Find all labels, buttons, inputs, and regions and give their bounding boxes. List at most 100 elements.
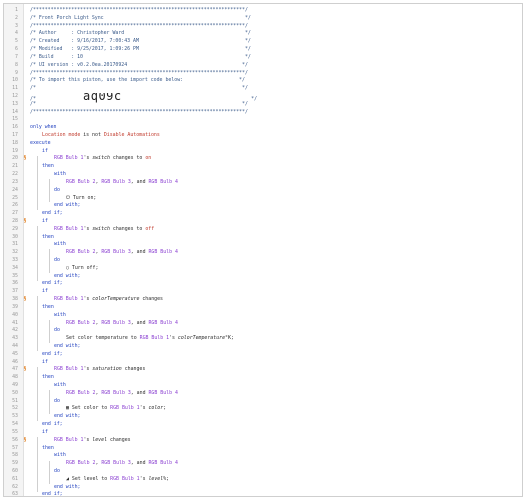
line-number: 54 — [12, 421, 18, 428]
line-number: 50 — [12, 389, 18, 396]
line-number: 17 — [12, 132, 18, 138]
line-number: 19 — [12, 147, 18, 154]
code-line: 36 end if; — [4, 280, 522, 288]
token-text: ◢ Set level to — [66, 475, 111, 482]
code-line: 28 § if — [4, 218, 522, 226]
line-number: 20 — [12, 155, 18, 162]
token-it: switch — [92, 225, 110, 232]
line-text: /* */ — [30, 85, 518, 93]
line-text: do — [54, 187, 518, 195]
line-text: with — [54, 171, 518, 179]
line-number: 12 — [12, 92, 18, 99]
line-text: end if; — [42, 491, 518, 496]
token-text: 's — [169, 335, 178, 342]
line-number: 49 — [12, 382, 18, 388]
token-comment: /* Author : Christopher Ward */ — [30, 30, 251, 37]
line-number: 41 — [12, 319, 18, 326]
line-number: 55 — [12, 428, 18, 435]
token-kw: if — [42, 147, 48, 154]
token-text: 's — [83, 225, 93, 232]
token-text: , and — [130, 249, 149, 256]
code-line: 56 § RGB Bulb 1's level changes — [4, 437, 522, 445]
code-line: 61 ◢ Set level to RGB Bulb 1's level%; — [4, 476, 522, 484]
token-dev: RGB Bulb 4 — [148, 178, 178, 185]
line-text: ⏻ Turn on; — [66, 195, 518, 203]
block-guide-line — [37, 437, 38, 492]
line-number: 15 — [12, 116, 18, 123]
line-number: 6 — [15, 46, 18, 53]
line-number: 43 — [12, 335, 18, 342]
token-text: changes to — [109, 155, 146, 162]
line-text: RGB Bulb 2, RGB Bulb 3, and RGB Bulb 4 — [66, 320, 518, 328]
code-line: 43 Set color temperature to RGB Bulb 1's … — [4, 335, 522, 343]
token-text: ; — [163, 405, 167, 412]
line-text: with — [54, 312, 518, 320]
line-text: /* Created : 9/16/2017, 7:00:43 AM */ — [30, 38, 518, 46]
token-red: Location mode — [42, 132, 81, 138]
token-it: level — [92, 436, 108, 443]
token-text: ▦ Set color to — [66, 405, 111, 412]
line-text: RGB Bulb 2, RGB Bulb 3, and RGB Bulb 4 — [66, 460, 518, 468]
token-kw: end with; — [54, 483, 81, 490]
line-number: 62 — [12, 483, 18, 490]
line-text: /* Front Porch Light Sync */ — [30, 15, 518, 23]
code-line: 26 end with; — [4, 202, 522, 210]
line-text: /***************************************… — [30, 23, 518, 31]
line-text: /* Author : Christopher Ward */ — [30, 30, 518, 38]
code-line: 55 if — [4, 429, 522, 437]
token-dev: RGB Bulb 1 — [54, 155, 84, 162]
line-text: end if; — [42, 351, 518, 359]
code-line: 10 /* To import this piston, use the impo… — [4, 77, 522, 85]
token-text: , and — [130, 460, 149, 467]
line-text: do — [54, 468, 518, 476]
line-text: /***************************************… — [30, 109, 518, 117]
trigger-marker-icon: § — [23, 296, 27, 303]
token-comment: /* UI version : v0.2.0ea.20170924 */ — [30, 61, 248, 68]
line-text: RGB Bulb 2, RGB Bulb 3, and RGB Bulb 4 — [66, 179, 518, 187]
line-text: end with; — [54, 273, 518, 281]
token-kw: end with; — [54, 272, 81, 279]
line-number: 31 — [12, 241, 18, 248]
line-text: then — [42, 234, 518, 242]
line-text: /* UI version : v0.2.0ea.20170924 */ — [30, 62, 518, 70]
piston-code-viewer: 1 /**************************************… — [3, 3, 523, 497]
code-line: 49 with — [4, 382, 522, 390]
token-comment: /***************************************… — [30, 7, 248, 13]
block-guide-line — [49, 249, 50, 273]
trigger-marker-icon: § — [23, 436, 27, 443]
code-line: 34 ◯ Turn off; — [4, 265, 522, 273]
token-text: 's — [83, 436, 93, 443]
line-text: ◯ Turn off; — [66, 265, 518, 273]
code-line: 18 execute — [4, 140, 522, 148]
token-kw: do — [54, 467, 60, 474]
code-line: 8 /* UI version : v0.2.0ea.20170924 */ — [4, 62, 522, 70]
trigger-marker-icon: § — [23, 217, 27, 224]
token-dev: RGB Bulb 4 — [148, 319, 178, 326]
line-text: /***************************************… — [30, 70, 518, 78]
code-line: 57 then — [4, 445, 522, 453]
token-comment: /* Created : 9/16/2017, 7:00:43 AM */ — [30, 38, 251, 45]
token-comment: /* Front Porch Light Sync */ — [30, 14, 251, 21]
line-text: if — [42, 148, 518, 156]
line-number: 40 — [12, 311, 18, 318]
token-text: changes — [107, 436, 131, 443]
line-number: 29 — [12, 225, 18, 232]
line-number: 24 — [12, 186, 18, 193]
code-line: 58 with — [4, 452, 522, 460]
line-number: 36 — [12, 280, 18, 287]
token-text: 's — [83, 366, 93, 373]
token-dev: RGB Bulb 2 — [66, 389, 96, 396]
line-number: 46 — [12, 358, 18, 365]
code-line: 15 — [4, 116, 522, 124]
line-number: 57 — [12, 444, 18, 451]
line-text: if — [42, 359, 518, 367]
token-kw: end with; — [54, 413, 81, 420]
line-number: 48 — [12, 374, 18, 381]
line-number: 14 — [12, 108, 18, 115]
line-text: RGB Bulb 1's switch changes to off — [54, 226, 518, 234]
code-line: 41 RGB Bulb 2, RGB Bulb 3, and RGB Bulb 4 — [4, 320, 522, 328]
line-number: 58 — [12, 452, 18, 459]
line-number: 23 — [12, 178, 18, 185]
code-line: 6 /* Modified : 9/25/2017, 1:09:26 PM */ — [4, 46, 522, 54]
token-dev: RGB Bulb 2 — [66, 460, 96, 467]
